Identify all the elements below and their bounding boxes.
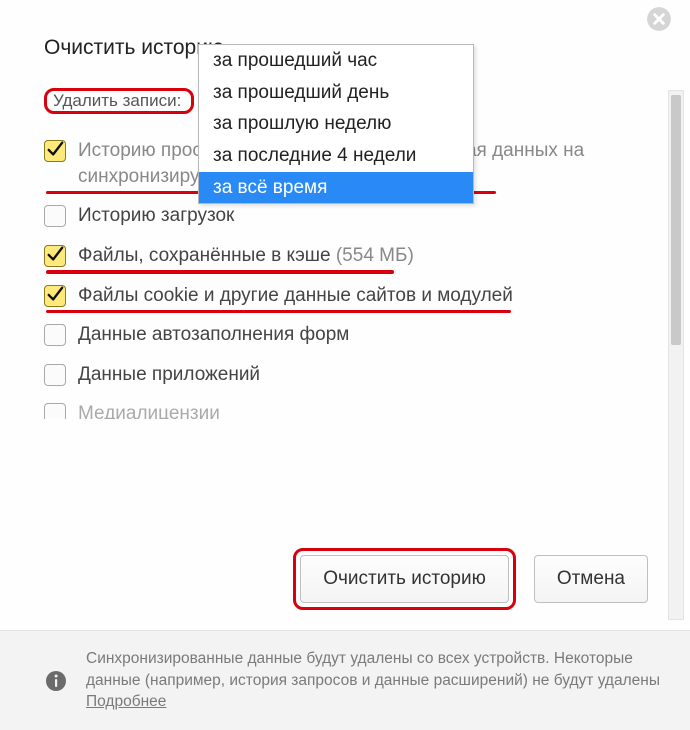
- checkbox-item-autofill[interactable]: Данные автозаполнения форм: [44, 322, 656, 348]
- dialog-buttons: Очистить историю Отмена: [293, 548, 648, 610]
- checkbox-label: Медиалицензии: [78, 401, 220, 419]
- time-range-label: Удалить записи:: [47, 87, 191, 116]
- checkbox-item-media[interactable]: Медиалицензии: [44, 401, 656, 419]
- info-icon: [44, 669, 68, 693]
- learn-more-link[interactable]: Подробнее: [86, 693, 166, 710]
- clear-history-dialog: Очистить историю Удалить записи: Историю…: [0, 0, 690, 730]
- scrollbar-thumb[interactable]: [671, 95, 681, 345]
- checkbox-item-cookies[interactable]: Файлы cookie и другие данные сайтов и мо…: [44, 283, 656, 309]
- dropdown-option[interactable]: за прошедший час: [199, 45, 473, 77]
- clear-history-button[interactable]: Очистить историю: [300, 555, 509, 603]
- checkbox-label: Файлы cookie и другие данные сайтов и мо…: [78, 283, 513, 309]
- checkbox-label: Файлы, сохранённые в кэше (554 МБ): [78, 243, 414, 269]
- checkbox[interactable]: [44, 403, 66, 419]
- checkbox-item-cache[interactable]: Файлы, сохранённые в кэше (554 МБ): [44, 243, 656, 269]
- checkbox-label: Данные автозаполнения форм: [78, 322, 349, 348]
- checkbox[interactable]: [44, 364, 66, 386]
- checkbox[interactable]: [44, 205, 66, 227]
- checkbox[interactable]: [44, 140, 66, 162]
- annotation-highlight: Удалить записи:: [44, 88, 194, 114]
- dropdown-option[interactable]: за последние 4 недели: [199, 140, 473, 172]
- checkbox[interactable]: [44, 324, 66, 346]
- dropdown-option[interactable]: за прошедший день: [199, 77, 473, 109]
- checkbox-item-downloads[interactable]: Историю загрузок: [44, 203, 656, 229]
- dialog-footer: Синхронизированные данные будут удалены …: [0, 630, 690, 730]
- checkbox[interactable]: [44, 285, 66, 307]
- annotation-highlight: Очистить историю: [293, 548, 516, 610]
- checkbox-label: Историю загрузок: [78, 203, 234, 229]
- scrollbar[interactable]: [668, 90, 684, 620]
- checkbox[interactable]: [44, 245, 66, 267]
- footer-text: Синхронизированные данные будут удалены …: [86, 648, 660, 713]
- dropdown-option[interactable]: за прошлую неделю: [199, 108, 473, 140]
- dropdown-option-selected[interactable]: за всё время: [199, 172, 473, 204]
- checkbox-item-appdata[interactable]: Данные приложений: [44, 362, 656, 388]
- checkbox-label: Данные приложений: [78, 362, 260, 388]
- cancel-button[interactable]: Отмена: [534, 555, 648, 603]
- time-range-dropdown[interactable]: за прошедший час за прошедший день за пр…: [198, 44, 474, 204]
- close-icon[interactable]: [646, 6, 672, 32]
